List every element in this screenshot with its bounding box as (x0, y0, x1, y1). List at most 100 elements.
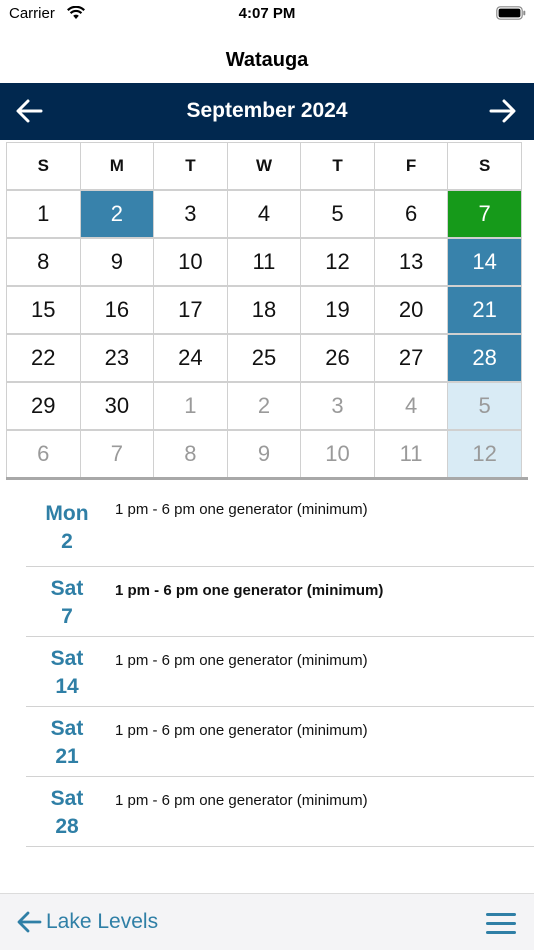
calendar-day-cell[interactable]: 8 (153, 430, 228, 478)
schedule-row[interactable]: Sat 28 1 pm - 6 pm one generator (minimum) (26, 777, 534, 847)
calendar-day-cell[interactable]: 24 (153, 334, 228, 382)
schedule-day-number: 14 (55, 675, 79, 698)
calendar-day-cell[interactable]: 9 (226, 430, 302, 478)
schedule-row[interactable]: Sat 21 1 pm - 6 pm one generator (minimum) (26, 707, 534, 777)
schedule-row[interactable]: Sat 14 1 pm - 6 pm one generator (minimum) (26, 637, 534, 707)
calendar-week-row: 6 7 8 9 10 11 12 (6, 430, 528, 478)
calendar-day-cell[interactable]: 12 (300, 238, 375, 286)
calendar-day-cell[interactable]: 10 (300, 430, 375, 478)
calendar-day-cell[interactable]: 15 (6, 286, 81, 334)
schedule-description: 1 pm - 6 pm one generator (minimum) (115, 722, 368, 739)
calendar-day-cell[interactable]: 4 (226, 190, 302, 238)
schedule-date: Sat 28 (26, 785, 108, 841)
month-title: September 2024 (186, 99, 348, 122)
generation-schedule-list: Mon 2 1 pm - 6 pm one generator (minimum) S… (26, 497, 534, 847)
schedule-day-number: 7 (61, 605, 73, 628)
battery-icon (496, 6, 526, 20)
schedule-description: 1 pm - 6 pm one generator (minimum) (115, 652, 368, 669)
calendar-week-row: 1234567 (6, 190, 528, 238)
calendar-day-cell[interactable]: 3 (153, 190, 228, 238)
schedule-description: 1 pm - 6 pm one generator (minimum) (115, 501, 368, 518)
schedule-weekday: Mon (45, 502, 89, 525)
calendar-weeks: 1 2 3 4 5 6 7 8 9 10 11 12 13 14 15 16 17 18 19 20 21 22 23 24 2… (6, 190, 528, 478)
weekday-label: F (373, 142, 449, 190)
calendar-day-cell[interactable]: 3 (300, 382, 375, 430)
app-screen: Carrier 4:07 PM Watauga September 2024 S… (0, 0, 534, 950)
calendar-week-row: 8 9 10 11 12 13 14 (6, 238, 528, 286)
page-title: Watauga (225, 49, 309, 71)
weekday-label: S (447, 142, 522, 190)
calendar-day-cell[interactable]: 1 (6, 190, 81, 238)
calendar-day-cell[interactable]: 25 (226, 334, 302, 382)
calendar-day-cell[interactable]: 30 (79, 382, 155, 430)
weekday-label: S (6, 142, 81, 190)
calendar-day-cell[interactable]: 12 (447, 430, 522, 478)
schedule-date: Sat 21 (26, 715, 108, 771)
hamburger-menu-icon[interactable] (486, 911, 518, 935)
calendar-day-cell[interactable]: 26 (300, 334, 375, 382)
calendar-day-cell[interactable]: 2 (226, 382, 302, 430)
calendar-day-cell[interactable]: 2 (79, 190, 155, 238)
schedule-row[interactable]: Mon 2 1 pm - 6 pm one generator (minimum) (26, 497, 534, 567)
schedule-description: 1 pm - 6 pm one generator (minimum) (115, 792, 368, 809)
weekday-label: M (79, 142, 155, 190)
clock-label: 4:07 PM (238, 5, 296, 22)
calendar-day-cell[interactable]: 4 (373, 382, 449, 430)
calendar-day-cell[interactable]: 5 (447, 382, 522, 430)
schedule-date: Mon 2 (26, 500, 108, 556)
weekday-header-row: S M T W T F S (6, 142, 528, 190)
schedule-day-number: 2 (61, 530, 73, 553)
schedule-day-number: 28 (55, 815, 79, 838)
schedule-weekday: Sat (50, 787, 84, 810)
calendar-day-cell[interactable]: 9 (79, 238, 155, 286)
calendar-day-cell[interactable]: 28 (447, 334, 522, 382)
calendar-divider (6, 477, 528, 480)
schedule-weekday: Sat (50, 647, 84, 670)
navigation-bar: Watauga (0, 38, 534, 82)
calendar-day-cell[interactable]: 7 (79, 430, 155, 478)
arrow-left-icon (17, 911, 42, 933)
calendar-day-cell[interactable]: 1 (153, 382, 228, 430)
arrow-right-icon (489, 99, 516, 123)
calendar-day-cell[interactable]: 8 (6, 238, 81, 286)
weekday-label: W (226, 142, 302, 190)
schedule-weekday: Sat (50, 717, 84, 740)
calendar-week-row: 15 16 17 18 19 20 21 (6, 286, 528, 334)
calendar-day-cell[interactable]: 20 (373, 286, 449, 334)
lake-levels-back-button[interactable]: Lake Levels (16, 908, 158, 936)
calendar-day-cell[interactable]: 11 (373, 430, 449, 478)
status-bar: Carrier 4:07 PM (0, 0, 534, 32)
schedule-row[interactable]: Sat 7 1 pm - 6 pm one generator (minimum) (26, 567, 534, 637)
calendar-day-cell[interactable]: 16 (79, 286, 155, 334)
bottom-toolbar: Lake Levels (0, 893, 534, 950)
schedule-day-number: 21 (55, 745, 79, 768)
calendar-day-cell[interactable]: 6 (373, 190, 449, 238)
calendar-week-row: 22 23 24 25 26 27 28 (6, 334, 528, 382)
schedule-date: Sat 14 (26, 645, 108, 701)
calendar-day-cell[interactable]: 23 (79, 334, 155, 382)
calendar-day-cell[interactable]: 5 (300, 190, 375, 238)
calendar-day-cell[interactable]: 11 (226, 238, 302, 286)
schedule-date: Sat 7 (26, 575, 108, 631)
calendar-day-cell[interactable]: 19 (300, 286, 375, 334)
calendar-day-cell[interactable]: 14 (447, 238, 522, 286)
calendar-day-cell[interactable]: 6 (6, 430, 81, 478)
month-header: September 2024 (0, 83, 534, 140)
calendar-day-cell[interactable]: 21 (447, 286, 522, 334)
calendar-day-cell[interactable]: 13 (373, 238, 449, 286)
weekday-label: T (300, 142, 375, 190)
calendar-week-row: 29 30 1 2 3 4 5 (6, 382, 528, 430)
calendar-day-cell[interactable]: 7 (447, 190, 522, 238)
calendar-day-cell[interactable]: 29 (6, 382, 81, 430)
weekday-label: T (153, 142, 228, 190)
calendar-day-cell[interactable]: 18 (226, 286, 302, 334)
calendar-day-cell[interactable]: 22 (6, 334, 81, 382)
calendar-grid: S M T W T F S 1 2 3 4 5 6 7 8 9 10 11 12 13 14 15 16 17 1… (6, 142, 528, 478)
calendar-day-cell[interactable]: 27 (373, 334, 449, 382)
schedule-description: 1 pm - 6 pm one generator (minimum) (115, 582, 384, 599)
next-month-button[interactable] (488, 97, 518, 125)
back-button-label: Lake Levels (46, 910, 159, 933)
schedule-weekday: Sat (50, 577, 84, 600)
calendar-day-cell[interactable]: 10 (153, 238, 228, 286)
calendar-day-cell[interactable]: 17 (153, 286, 228, 334)
